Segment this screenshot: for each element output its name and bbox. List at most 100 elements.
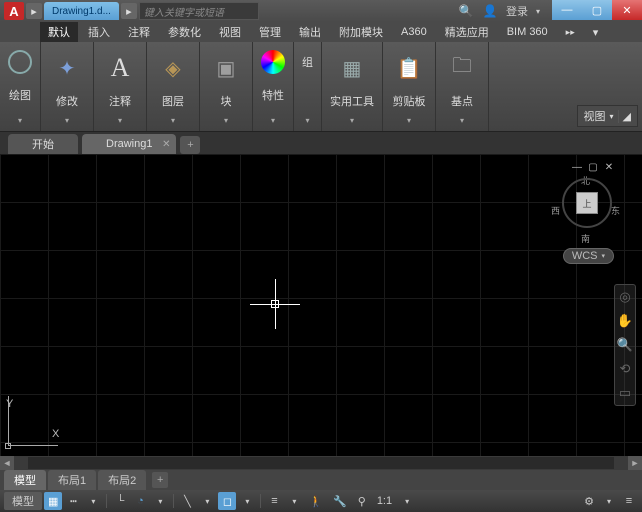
ortho-mode-button[interactable]: └ [111, 492, 129, 510]
search-input[interactable]: 键入关键字或短语 [139, 2, 259, 20]
annotation-monitor-icon[interactable]: ⚲ [353, 492, 371, 510]
circle-icon [8, 50, 32, 74]
snap-mode-button[interactable]: ┅ [64, 492, 82, 510]
panel-group[interactable]: 组▾ [294, 42, 322, 131]
chevron-down-icon[interactable]: ▾ [350, 116, 354, 127]
tab-more[interactable]: ▾ [585, 24, 607, 41]
osnap-dropdown[interactable]: ▾ [238, 492, 256, 510]
panel-annotate[interactable]: A注释▾ [94, 42, 147, 131]
tab-overflow[interactable]: ▸▸ [558, 25, 583, 40]
chevron-down-icon[interactable]: ▾ [305, 116, 309, 127]
viewport-minimize[interactable]: — [570, 160, 584, 174]
maximize-button[interactable]: ▢ [582, 0, 612, 20]
steering-wheel-icon[interactable]: ◎ [617, 289, 633, 305]
chevron-down-icon[interactable]: ▾ [118, 116, 122, 127]
chevron-down-icon[interactable]: ▾ [407, 116, 411, 127]
tab-default[interactable]: 默认 [40, 22, 78, 42]
login-label[interactable]: 登录 [506, 3, 528, 19]
new-tab-button[interactable]: + [180, 136, 200, 154]
panel-properties[interactable]: 特性▾ [253, 42, 294, 131]
tab-drawing1[interactable]: Drawing1✕ [82, 134, 176, 154]
login-dropdown-icon[interactable]: ▾ [536, 7, 540, 16]
panel-utilities[interactable]: ▦实用工具▾ [322, 42, 383, 131]
user-icon[interactable]: 👤 [482, 3, 498, 19]
current-file-tab[interactable]: Drawing1.d... [44, 2, 119, 20]
showmotion-icon[interactable]: ▭ [617, 385, 633, 401]
orbit-icon[interactable]: ⟲ [617, 361, 633, 377]
viewport-close[interactable]: ✕ [602, 160, 616, 174]
status-model-button[interactable]: 模型 [4, 492, 42, 510]
tab-featured[interactable]: 精选应用 [437, 22, 497, 42]
panel-basepoint[interactable]: 🗀基点▾ [436, 42, 489, 131]
file-tab-dropdown[interactable]: ▸ [121, 3, 137, 19]
tab-model[interactable]: 模型 [4, 470, 46, 490]
color-wheel-icon [261, 50, 285, 74]
panel-clipboard[interactable]: 📋剪贴板▾ [383, 42, 436, 131]
titlebar: A ▸ Drawing1.d... ▸ 键入关键字或短语 🔍 👤 登录 ▾ ✕ … [0, 0, 642, 22]
tab-addins[interactable]: 附加模块 [331, 22, 391, 42]
statusbar: 模型 ▦ ┅ ▾ └ ◔ ▾ ╲ ▾ ◻ ▾ ≡ ▾ 🚶 🔧 ⚲ 1:1 ▾ ⚙… [0, 490, 642, 512]
wrench-icon[interactable]: 🔧 [329, 492, 351, 510]
app-logo[interactable]: A [4, 2, 24, 20]
chevron-down-icon[interactable]: ▾ [224, 116, 228, 127]
tab-a360[interactable]: A360 [393, 24, 435, 40]
tab-layout1[interactable]: 布局1 [48, 470, 96, 490]
workspace-dropdown[interactable]: ▾ [600, 492, 618, 510]
chevron-down-icon[interactable]: ▾ [18, 116, 22, 127]
tab-parametric[interactable]: 参数化 [160, 22, 209, 42]
lineweight-button[interactable]: ≡ [265, 492, 283, 510]
qat-dropdown[interactable]: ▸ [26, 3, 42, 19]
tab-bim360[interactable]: BIM 360 [499, 24, 556, 40]
snap-dropdown[interactable]: ▾ [84, 492, 102, 510]
viewcube-top-face[interactable]: 上 [576, 192, 598, 214]
drawing-canvas[interactable]: Y X — ▢ ✕ 北 南 东 西 上 WCS▾ ◎ ✋ 🔍 ⟲ ▭ [0, 154, 642, 456]
tab-annotate[interactable]: 注释 [120, 22, 158, 42]
scale-dropdown[interactable]: ▾ [398, 492, 416, 510]
chevron-down-icon[interactable]: ▾ [271, 116, 275, 127]
chevron-down-icon[interactable]: ▾ [65, 116, 69, 127]
add-layout-button[interactable]: + [152, 472, 168, 488]
minimize-button[interactable]: — [552, 0, 582, 20]
scroll-track[interactable] [28, 457, 614, 469]
tab-start[interactable]: 开始 [8, 134, 78, 154]
document-tabs: 开始 Drawing1✕ + [0, 132, 642, 154]
ribbon: 绘图▾ ✦修改▾ A注释▾ ◈图层▾ ▣块▾ 特性▾ 组▾ ▦实用工具▾ 📋剪贴… [0, 42, 642, 132]
isodraft-button[interactable]: ╲ [178, 492, 196, 510]
search-icon[interactable]: 🔍 [458, 3, 474, 19]
running-man-icon[interactable]: 🚶 [305, 492, 327, 510]
zoom-icon[interactable]: 🔍 [617, 337, 633, 353]
tab-output[interactable]: 输出 [291, 22, 329, 42]
calculator-icon: ▦ [334, 50, 370, 86]
customize-button[interactable]: ≡ [620, 492, 638, 510]
chevron-down-icon[interactable]: ▾ [460, 116, 464, 127]
pan-icon[interactable]: ✋ [617, 313, 633, 329]
lineweight-dropdown[interactable]: ▾ [285, 492, 303, 510]
grid-display-button[interactable]: ▦ [44, 492, 62, 510]
isodraft-dropdown[interactable]: ▾ [198, 492, 216, 510]
view-dropdown[interactable]: 视图▾◢ [577, 105, 638, 127]
osnap-button[interactable]: ◻ [218, 492, 236, 510]
panel-layers[interactable]: ◈图层▾ [147, 42, 200, 131]
close-button[interactable]: ✕ [612, 0, 642, 20]
settings-gear-icon[interactable]: ⚙ [580, 492, 598, 510]
tab-manage[interactable]: 管理 [251, 22, 289, 42]
wcs-badge[interactable]: WCS▾ [563, 248, 614, 264]
scroll-left-icon[interactable]: ◄ [0, 456, 14, 470]
tab-insert[interactable]: 插入 [80, 22, 118, 42]
viewcube[interactable]: 上 [562, 178, 612, 228]
close-icon[interactable]: ✕ [162, 139, 170, 150]
compass-south: 南 [581, 232, 590, 245]
layers-icon: ◈ [155, 50, 191, 86]
panel-modify[interactable]: ✦修改▾ [41, 42, 94, 131]
tab-view[interactable]: 视图 [211, 22, 249, 42]
panel-block[interactable]: ▣块▾ [200, 42, 253, 131]
chevron-down-icon[interactable]: ▾ [171, 116, 175, 127]
polar-tracking-button[interactable]: ◔ [131, 492, 149, 510]
horizontal-scrollbar[interactable]: ◄ ► [0, 456, 642, 470]
viewport-maximize[interactable]: ▢ [586, 160, 600, 174]
scale-label[interactable]: 1:1 [373, 492, 396, 510]
polar-dropdown[interactable]: ▾ [151, 492, 169, 510]
panel-draw[interactable]: 绘图▾ [0, 42, 41, 131]
tab-layout2[interactable]: 布局2 [98, 470, 146, 490]
scroll-right-icon[interactable]: ► [628, 456, 642, 470]
